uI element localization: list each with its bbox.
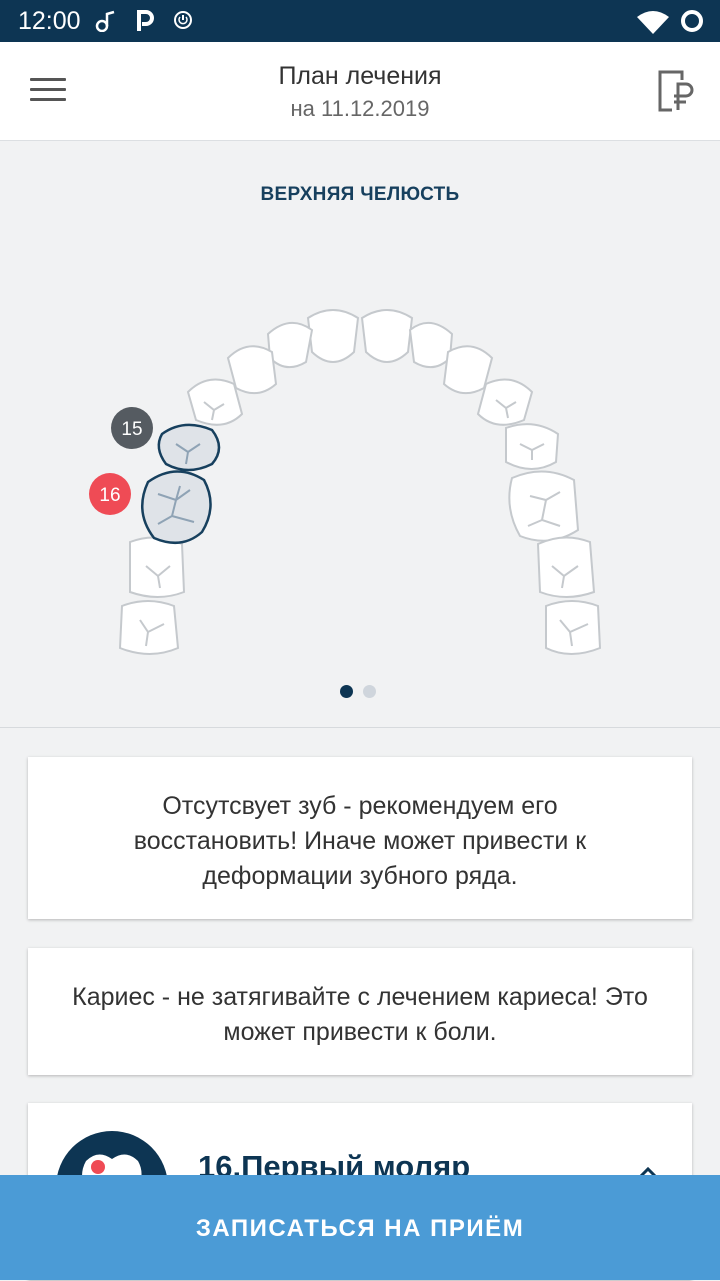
parking-icon <box>137 10 154 31</box>
page-dot-active[interactable] <box>340 685 353 698</box>
tooth-15 <box>157 423 221 472</box>
tooth-18 <box>118 600 180 655</box>
tooth-14 <box>186 378 244 426</box>
recommendation-card-missing-tooth: Отсутсвует зуб - рекомендуем его восстан… <box>28 757 692 919</box>
page-subtitle: на 11.12.2019 <box>290 96 430 121</box>
tooth-marker-16[interactable]: 16 <box>89 473 131 515</box>
book-appointment-button[interactable]: ЗАПИСАТЬСЯ НА ПРИЁМ <box>0 1175 720 1280</box>
marker-label-15: 15 <box>121 419 142 440</box>
recommendation-text: Отсутсвует зуб - рекомендуем его восстан… <box>133 792 587 890</box>
tooth-28 <box>545 600 602 655</box>
app-bar: План лечения на 11.12.2019 <box>0 42 720 141</box>
price-document-icon[interactable] <box>656 68 696 114</box>
jaw-diagram: ВЕРХНЯЯ ЧЕЛЮСТЬ 15 16 <box>0 141 720 728</box>
tooth-22 <box>408 322 454 369</box>
page-title: План лечения <box>278 62 442 90</box>
page-indicator[interactable] <box>340 685 386 703</box>
tooth-24 <box>476 378 534 426</box>
tooth-21 <box>360 309 414 363</box>
sync-ring-icon <box>681 10 703 32</box>
tooth-27 <box>536 536 596 598</box>
status-bar: 12:00 <box>0 0 720 42</box>
page-dot[interactable] <box>363 685 376 698</box>
power-icon <box>174 11 192 29</box>
tooth-marker-15[interactable]: 15 <box>111 407 153 449</box>
tooth-12 <box>266 322 314 369</box>
wifi-icon <box>637 11 669 34</box>
music-note-icon <box>95 10 115 32</box>
tooth-26 <box>508 470 580 542</box>
marker-label-16: 16 <box>99 485 120 506</box>
upper-jaw-teeth[interactable]: 15 16 <box>0 141 720 727</box>
tooth-17 <box>129 536 186 598</box>
tooth-25 <box>505 423 560 470</box>
tooth-11 <box>306 309 360 363</box>
tooth-16 <box>141 470 212 545</box>
status-time: 12:00 <box>18 7 81 35</box>
recommendation-text: Кариес - не затягивайте с лечением карие… <box>72 983 648 1046</box>
recommendation-card-caries: Кариес - не затягивайте с лечением карие… <box>28 948 692 1075</box>
